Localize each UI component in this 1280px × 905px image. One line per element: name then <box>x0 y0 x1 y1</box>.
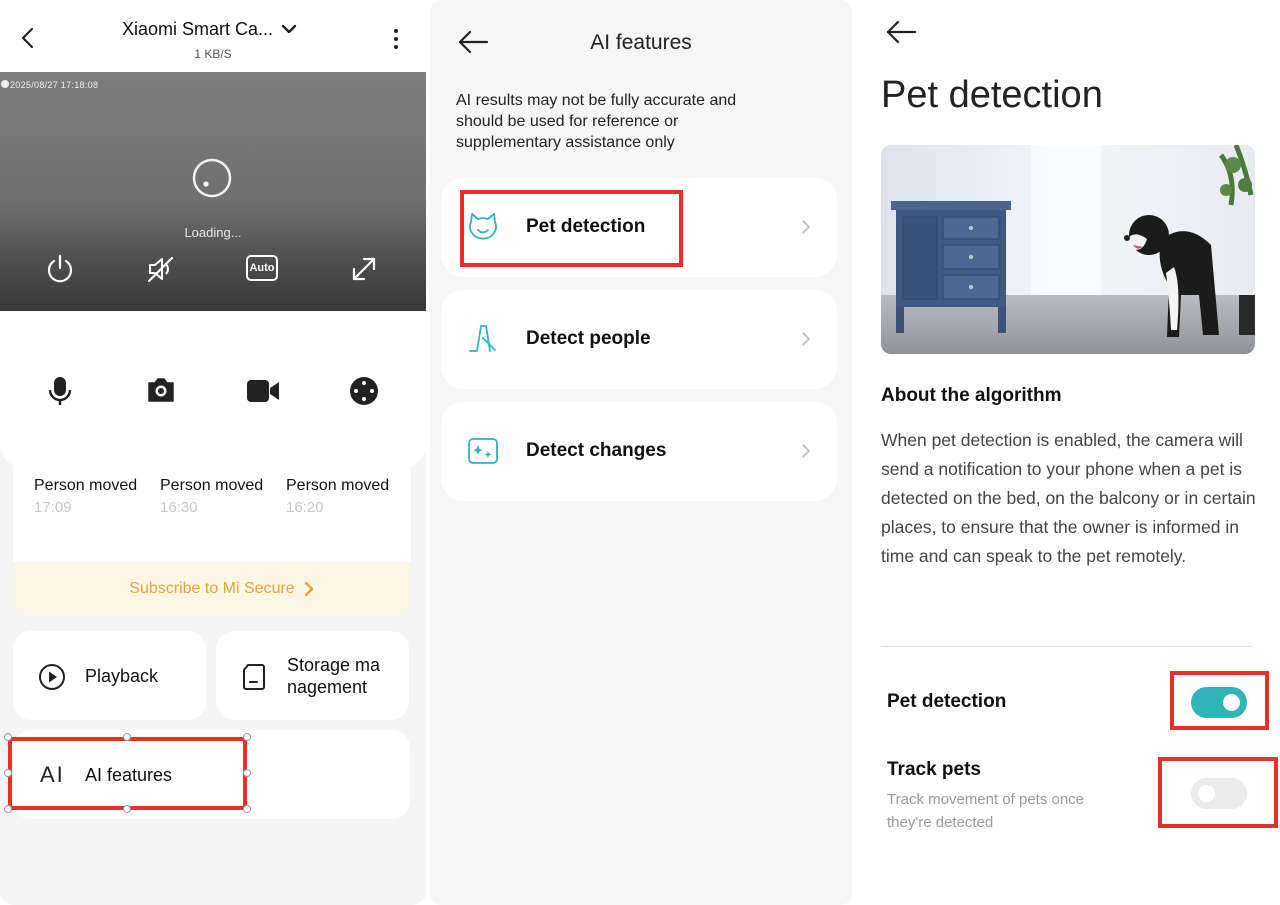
chevron-right-icon <box>801 443 811 459</box>
record-dot-icon <box>1 80 9 88</box>
selection-handle <box>4 805 12 813</box>
chevron-down-icon[interactable] <box>280 22 298 36</box>
about-heading: About the algorithm <box>881 385 1062 406</box>
divider <box>881 646 1252 647</box>
record-video-icon[interactable] <box>246 378 280 404</box>
storage-label-line2: nagement <box>287 677 368 697</box>
video-timestamp: 2025/08/27 17:18:08 <box>10 80 99 90</box>
loading-text: Loading... <box>184 225 242 240</box>
feature-item-detect-people[interactable]: Detect people <box>441 290 837 389</box>
selection-handle <box>4 769 12 777</box>
events-card: Person moved 17:09 Person moved 16:30 Pe… <box>13 465 411 615</box>
chevron-right-icon <box>801 331 811 347</box>
storage-label-line1: Storage ma <box>287 655 381 675</box>
power-icon[interactable] <box>44 253 76 285</box>
about-description: When pet detection is enabled, the camer… <box>881 430 1256 566</box>
track-pets-toggle-highlight <box>1158 757 1278 828</box>
more-menu-icon[interactable] <box>390 28 402 50</box>
sparkle-frame-icon <box>467 437 499 465</box>
fullscreen-icon[interactable] <box>348 253 380 285</box>
storage-management-label: Storage ma nagement <box>287 654 380 698</box>
track-pets-setting-label: Track pets <box>887 759 981 780</box>
auto-quality-button[interactable]: Auto <box>246 255 278 281</box>
selection-handle <box>243 769 251 777</box>
selection-handle <box>243 733 251 741</box>
ai-features-panel: AI features AI results may not be fully … <box>430 0 852 905</box>
camera-title: Xiaomi Smart Ca... <box>122 19 274 39</box>
pet-detection-illustration <box>881 145 1255 354</box>
pet-detection-panel: Pet detection About the algorithm When p… <box>856 0 1280 905</box>
playback-label: Playback <box>85 666 159 686</box>
feature-label: Detect people <box>526 328 651 349</box>
mute-icon[interactable] <box>145 253 177 285</box>
event-title[interactable]: Person moved <box>34 477 137 495</box>
event-time: 17:09 <box>34 499 72 516</box>
person-walking-icon <box>467 323 499 355</box>
pet-detection-setting-label: Pet detection <box>887 691 1007 712</box>
ai-disclaimer: AI results may not be fully accurate and… <box>456 92 737 151</box>
camera-panel: Xiaomi Smart Ca... 1 KB/S 2025/08/27 17:… <box>0 0 426 905</box>
event-title[interactable]: Person moved <box>286 477 389 495</box>
ptz-control-icon[interactable] <box>348 375 380 407</box>
pet-detection-toggle-highlight <box>1170 671 1269 730</box>
stream-speed: 1 KB/S <box>194 47 232 61</box>
selection-handle <box>243 805 251 813</box>
selection-handle <box>123 733 131 741</box>
microphone-icon[interactable] <box>46 375 74 407</box>
event-title[interactable]: Person moved <box>160 477 263 495</box>
snapshot-camera-icon[interactable] <box>146 376 176 404</box>
play-circle-icon <box>38 663 66 691</box>
camera-header: Xiaomi Smart Ca... 1 KB/S <box>0 0 426 72</box>
back-arrow-icon[interactable] <box>884 18 918 46</box>
page-title: Pet detection <box>881 74 1103 116</box>
ai-features-highlight <box>8 737 247 810</box>
playback-tile[interactable]: Playback <box>13 631 206 720</box>
pet-detection-highlight <box>460 190 683 267</box>
event-time: 16:20 <box>286 499 324 516</box>
feature-label: Detect changes <box>526 440 667 461</box>
subscribe-banner[interactable]: Subscribe to Mi Secure <box>13 562 411 615</box>
loading-spinner-icon <box>191 157 233 199</box>
feature-item-detect-changes[interactable]: Detect changes <box>441 402 837 501</box>
subscribe-text[interactable]: Subscribe to Mi Secure <box>13 580 411 598</box>
selection-handle <box>123 805 131 813</box>
storage-management-tile[interactable]: Storage ma nagement <box>216 631 409 720</box>
page-title: AI features <box>590 31 692 54</box>
selection-handle <box>4 733 12 741</box>
track-pets-description: Track movement of pets once they're dete… <box>887 791 1085 831</box>
chevron-right-icon <box>801 219 811 235</box>
chevron-right-icon <box>303 581 315 597</box>
sd-card-icon <box>242 663 266 691</box>
event-time: 16:30 <box>160 499 198 516</box>
